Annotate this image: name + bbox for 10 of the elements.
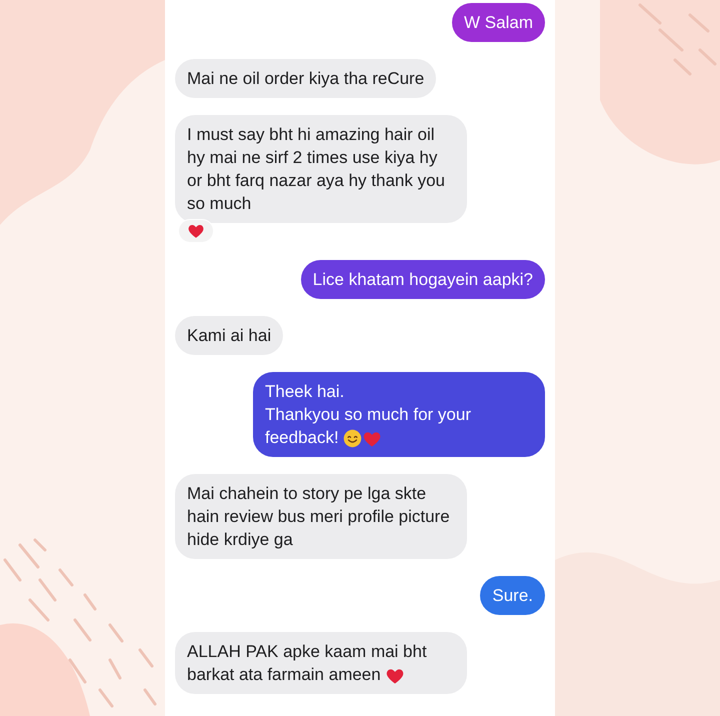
sent-message-bubble: Lice khatam hogayein aapki?: [300, 260, 545, 299]
received-message-bubble: ALLAH PAK apke kaam mai bht barkat ata farmain ameen: [175, 632, 467, 694]
received-message-bubble: Mai ne oil order kiya tha reCure: [175, 59, 436, 98]
heart-icon: [187, 222, 205, 240]
received-message-bubble: Mai chahein to story pe lga skte hain review bus meri profile picture hide krdiye ga: [175, 474, 467, 559]
received-message-bubble: I must say bht hi amazing hair oil hy mai ne sirf 2 times use kiya hy or bht farq nazar aya hy thank you so much: [175, 115, 467, 223]
sent-message-bubble: W Salam: [452, 3, 545, 42]
sent-message-bubble: Sure.: [480, 576, 545, 615]
received-message-bubble: Kami ai hai: [175, 316, 284, 355]
sent-message-bubble: Theek hai. Thankyou so much for your feedback!: [253, 372, 545, 457]
